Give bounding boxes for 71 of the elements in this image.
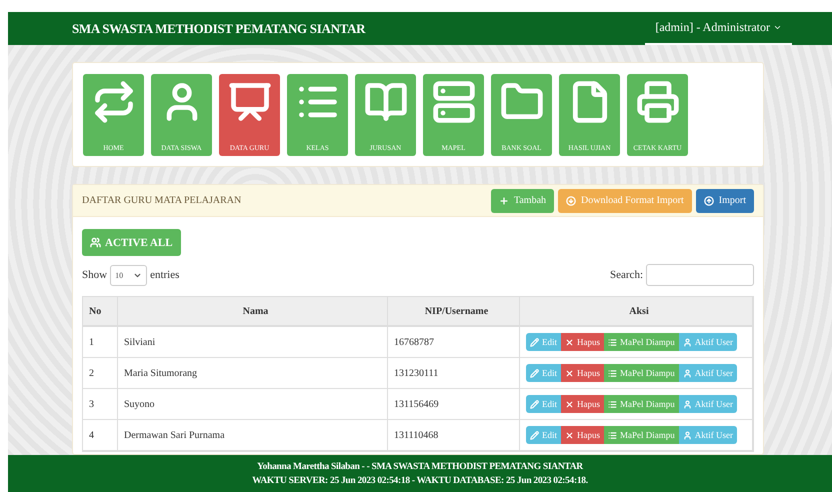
table-cell: 131156469 [388, 389, 520, 420]
search-field[interactable] [646, 264, 754, 286]
table-cell: Maria Situmorang [118, 358, 388, 389]
person-icon [682, 338, 692, 346]
person-icon [682, 368, 692, 378]
column-header: Nama [118, 297, 388, 327]
plus-icon [498, 196, 509, 206]
delete-button[interactable]: Hapus [561, 426, 604, 444]
close-icon [565, 400, 574, 408]
book-icon [364, 80, 408, 124]
user-button[interactable]: Aktif User [678, 426, 737, 444]
table-cell: Dermawan Sari Purnama [118, 420, 388, 451]
list-icon [608, 400, 617, 408]
import-button[interactable]: Import [696, 188, 754, 212]
table-cell: Suyono [118, 389, 388, 420]
column-header: Aksi [520, 297, 753, 327]
close-icon [565, 368, 574, 378]
column-header: NIP/Username [388, 297, 520, 327]
table-cell: 16768787 [388, 327, 520, 358]
edit-button[interactable]: Edit [526, 333, 561, 351]
table-cell: Silviani [118, 327, 388, 358]
user-menu[interactable]: [admin] - Administrator [645, 12, 792, 45]
table-cell: 4 [83, 420, 118, 451]
entries-select[interactable]: 10 [110, 264, 148, 286]
edit-button[interactable]: Edit [526, 426, 561, 444]
subjects-button[interactable]: MaPel Diampu [604, 364, 679, 382]
close-icon [565, 430, 574, 440]
brand-title: SMA SWASTA METHODIST PEMATANG SIANTAR [72, 20, 366, 36]
easel-icon [228, 80, 272, 124]
caret-icon [773, 23, 782, 32]
person-icon [682, 430, 692, 440]
user-button[interactable]: Aktif User [678, 395, 737, 413]
add-button[interactable]: Tambah [490, 188, 554, 212]
user-button[interactable]: Aktif User [678, 364, 737, 382]
panel-title: DAFTAR GURU MATA PELAJARAN [82, 195, 242, 206]
edit-button[interactable]: Edit [526, 395, 561, 413]
table-cell: 131230111 [388, 358, 520, 389]
table-cell: 1 [83, 327, 118, 358]
subjects-button[interactable]: MaPel Diampu [604, 426, 679, 444]
footer-text: WAKTU SERVER: 25 Jun 2023 02:54:18 - WAKTU DATABASE: 25 Jun 2023 02:54:18. [252, 474, 588, 488]
list-icon [608, 430, 617, 440]
pencil-icon [530, 430, 539, 440]
delete-button[interactable]: Hapus [561, 333, 604, 351]
person-icon [682, 400, 692, 408]
server-icon [432, 80, 476, 124]
footer-text: Yohanna Marettha Silaban - - SMA SWASTA METHODIST PEMATANG SIANTAR [257, 460, 583, 474]
list-icon [608, 338, 617, 346]
upload-icon [704, 196, 714, 206]
pencil-icon [530, 400, 539, 408]
subjects-button[interactable]: MaPel Diampu [604, 333, 679, 351]
user-button[interactable]: Aktif User [678, 333, 737, 351]
search-label: Search: [610, 269, 643, 281]
delete-button[interactable]: Hapus [561, 395, 604, 413]
pencil-icon [530, 368, 539, 378]
printer-icon [636, 80, 680, 124]
download-button[interactable]: Download Format Import [558, 188, 692, 212]
table-cell: 2 [83, 358, 118, 389]
download-icon [566, 196, 576, 206]
show-label: Show [82, 269, 108, 281]
column-header: No [83, 297, 118, 327]
users-icon [90, 237, 101, 248]
subjects-button[interactable]: MaPel Diampu [604, 395, 679, 413]
edit-button[interactable]: Edit [526, 364, 561, 382]
table-cell: 131110468 [388, 420, 520, 451]
entries-label: entries [150, 269, 180, 281]
pencil-icon [530, 338, 539, 346]
delete-button[interactable]: Hapus [561, 364, 604, 382]
list-icon [608, 368, 617, 378]
table-cell: 3 [83, 389, 118, 420]
close-icon [565, 338, 574, 346]
active-all-button[interactable]: ACTIVE ALL [82, 229, 181, 256]
